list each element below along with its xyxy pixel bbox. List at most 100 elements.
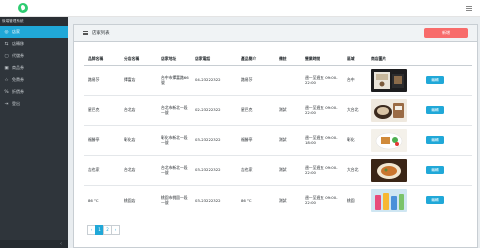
table-row: 吉也家 台北店 台北市新北一段一號 03-23222322 吉也家 測試 週一至…	[84, 154, 472, 185]
pagination-next-button[interactable]: ›	[111, 225, 120, 235]
sidebar-item-free-coupon[interactable]: ☆ 免費券	[0, 74, 68, 86]
area-cell: 桃園	[343, 184, 367, 215]
discount-icon: %	[4, 89, 9, 95]
sidebar-item-product-voucher[interactable]: ▣ 商品券	[0, 62, 68, 74]
intro-cell: 星巴克	[237, 94, 275, 125]
column-header: 店家地址	[157, 53, 191, 66]
edit-button[interactable]: 編輯	[426, 76, 444, 84]
sidebar-item-label: 代儲券	[12, 53, 24, 58]
sidebar-item-store[interactable]: ◎ 店家	[0, 26, 68, 38]
store-image-cell	[367, 94, 422, 125]
card-title: 店家列表	[92, 31, 110, 36]
table-row: 星巴克 台北店 台北市新北一段一號 02-23222322 星巴克 測試 週一至…	[84, 94, 472, 125]
actions-cell: 編輯	[422, 94, 472, 125]
table-row: 路易莎 擇富店 台中市擇富路66號 04-23222322 路易莎 週一至週五 …	[84, 65, 472, 95]
phone-cell: 03-23222322	[191, 154, 237, 185]
intro-cell: 86 °C	[237, 184, 275, 215]
address-cell: 彰化市新北一段一號	[157, 124, 191, 155]
store-image-graphic	[371, 98, 407, 122]
brand-cell: 吉也家	[84, 154, 120, 185]
sidebar-item-label: 店家	[12, 29, 20, 34]
area-cell: 彰化	[343, 124, 367, 155]
card-header: 店家列表 新增	[74, 25, 477, 42]
hours-cell: 週一至週五 09:00-22:00	[301, 94, 343, 125]
table-row: 福勝亭 彰化店 彰化市新北一段一號 03-23222322 福勝亭 測試 週一至…	[84, 124, 472, 155]
store-image-graphic	[371, 158, 407, 182]
store-image	[371, 128, 407, 152]
store-image-cell	[367, 184, 422, 215]
phone-cell: 03-23222322	[191, 184, 237, 215]
sidebar-item-transfer[interactable]: ⇆ 店轉移	[0, 38, 68, 50]
brand-cell: 86 °C	[84, 184, 120, 215]
sidebar-header: 後端管理系統	[0, 17, 68, 26]
brand-cell: 福勝亭	[84, 124, 120, 155]
edit-button[interactable]: 編輯	[426, 166, 444, 174]
actions-cell: 編輯	[422, 65, 472, 95]
voucher-icon: ▣	[4, 65, 9, 71]
branch-cell: 桃園店	[120, 184, 157, 215]
sidebar-item-label: 折價券	[12, 89, 24, 94]
address-cell: 台北市新北一段一號	[157, 154, 191, 185]
branch-cell: 擇富店	[124, 77, 136, 83]
coupon-icon: ▢	[4, 53, 9, 59]
column-header: 分店名稱	[120, 53, 157, 66]
column-header: 營業時間	[301, 53, 343, 66]
sidebar-collapse-button[interactable]: ‹	[0, 240, 68, 248]
sidebar-item-stored-coupon[interactable]: ▢ 代儲券	[0, 50, 68, 62]
add-store-button[interactable]: 新增	[424, 28, 468, 38]
store-image-cell	[367, 124, 422, 155]
brand-logo[interactable]	[18, 3, 28, 13]
store-image-cell	[367, 65, 422, 95]
column-header: 商店圖片	[367, 53, 422, 66]
hours-cell: 週一至週五 09:00-22:00	[301, 184, 343, 215]
sidebar-item-label: 店轉移	[12, 41, 24, 46]
address-cell: 台北市新北一段一號	[157, 94, 191, 125]
store-image	[371, 98, 407, 122]
column-header: 產品簡介	[237, 53, 275, 66]
note-cell: 測試	[275, 124, 301, 155]
hours-cell: 週一至週五 09:00-18:00	[301, 124, 343, 155]
table-header-row: 品牌名稱 分店名稱 店家地址 店家電話 產品簡介 備註 營業時間 區域 商店圖片	[84, 53, 472, 66]
sidebar: 後端管理系統 ◎ 店家 ⇆ 店轉移 ▢ 代儲券 ▣ 商品券 ☆ 免費券 % 折價…	[0, 17, 68, 248]
edit-button[interactable]: 編輯	[426, 106, 444, 114]
sidebar-item-discount-coupon[interactable]: % 折價券	[0, 86, 68, 98]
menu-toggle-icon[interactable]	[466, 6, 472, 11]
column-header: 店家電話	[191, 53, 237, 66]
actions-cell: 編輯	[422, 154, 472, 185]
store-icon: ◎	[4, 29, 9, 35]
store-table: 品牌名稱 分店名稱 店家地址 店家電話 產品簡介 備註 營業時間 區域 商店圖片…	[84, 53, 472, 215]
column-header	[422, 53, 472, 66]
edit-button[interactable]: 編輯	[426, 196, 444, 205]
intro-cell: 路易莎	[241, 77, 253, 83]
actions-cell: 編輯	[422, 184, 472, 215]
area-cell: 台中	[347, 77, 355, 83]
note-cell: 測試	[275, 184, 301, 215]
address-cell: 台中市擇富路66號	[161, 74, 189, 86]
store-image-graphic	[371, 68, 407, 92]
column-header: 備註	[275, 53, 301, 66]
intro-cell: 吉也家	[237, 154, 275, 185]
transfer-icon: ⇆	[4, 41, 9, 47]
branch-cell: 彰化店	[120, 124, 157, 155]
note-cell: 測試	[275, 154, 301, 185]
address-cell: 桃園市桃園一段一號	[157, 184, 191, 215]
phone-cell: 03-23222322	[191, 124, 237, 155]
sidebar-item-label: 商品券	[12, 65, 24, 70]
store-image	[371, 188, 407, 212]
store-image	[371, 68, 407, 92]
list-icon	[83, 31, 88, 35]
column-header: 區域	[343, 53, 367, 66]
logout-icon: ⇥	[4, 101, 9, 107]
brand-cell: 星巴克	[84, 94, 120, 125]
sidebar-item-label: 免費券	[12, 77, 24, 82]
pagination: ‹ 1 2 ›	[87, 225, 120, 235]
store-list-card: 店家列表 新增 品牌名稱 分店名稱 店家地址 店家電話 產品簡介 備註 營業時間…	[73, 24, 478, 248]
phone-cell: 02-23222322	[191, 94, 237, 125]
chevron-left-icon: ‹	[60, 241, 62, 247]
hours-cell: 週一至週五 09:00-22:00	[305, 74, 338, 86]
phone-cell: 04-23222322	[195, 77, 221, 83]
sidebar-item-logout[interactable]: ⇥ 登出	[0, 98, 68, 110]
store-image-cell	[367, 154, 422, 185]
area-cell: 大台北	[343, 94, 367, 125]
edit-button[interactable]: 編輯	[426, 136, 444, 144]
